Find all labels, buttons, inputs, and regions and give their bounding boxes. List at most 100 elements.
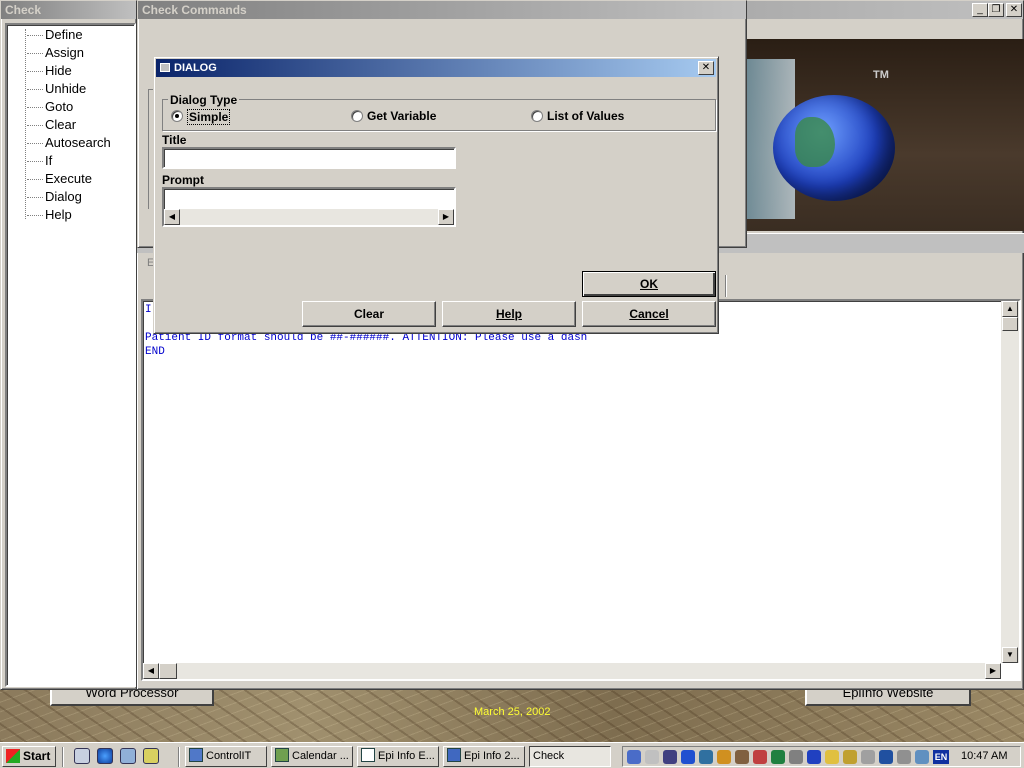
tree-item-if[interactable]: If bbox=[26, 153, 52, 168]
scroll-right-icon[interactable]: ▶ bbox=[985, 663, 1001, 679]
task-label: Calendar ... bbox=[292, 750, 349, 762]
taskbar-divider bbox=[178, 747, 180, 767]
scroll-up-icon[interactable]: ▲ bbox=[1002, 301, 1018, 317]
task-label: Epi Info E... bbox=[378, 750, 435, 762]
windows-logo-icon bbox=[6, 749, 20, 763]
help-button[interactable]: Help bbox=[442, 301, 576, 327]
outlook-express-icon[interactable] bbox=[120, 748, 136, 764]
tray-shield-icon[interactable] bbox=[861, 750, 875, 764]
dialog-close-icon[interactable]: ✕ bbox=[698, 61, 714, 75]
prompt-label: Prompt bbox=[162, 173, 204, 187]
tree-item-define[interactable]: Define bbox=[27, 27, 83, 42]
tray-app-icon[interactable] bbox=[681, 750, 695, 764]
speaker-icon[interactable] bbox=[645, 750, 659, 764]
window-icon bbox=[160, 63, 170, 72]
radio-list-of-values[interactable] bbox=[531, 110, 543, 122]
scroll-thumb[interactable] bbox=[1002, 317, 1018, 331]
radio-get-variable-label[interactable]: Get Variable bbox=[367, 109, 436, 123]
tray-print-icon[interactable] bbox=[753, 750, 767, 764]
close-icon[interactable]: ✕ bbox=[1006, 3, 1022, 17]
logo-tm: TM bbox=[873, 69, 889, 81]
globe-icon bbox=[773, 95, 895, 201]
scroll-thumb-horizontal[interactable] bbox=[159, 663, 177, 679]
globe-land bbox=[795, 117, 835, 167]
task-calendar[interactable]: Calendar ... bbox=[271, 746, 353, 767]
prompt-input[interactable]: ◀ ▶ bbox=[162, 187, 456, 227]
start-button[interactable]: Start bbox=[2, 746, 56, 767]
start-label: Start bbox=[23, 749, 51, 763]
check-window-title: Check bbox=[1, 1, 136, 19]
editor-line: END bbox=[145, 346, 165, 358]
check-command-tree[interactable]: Define Assign Hide Unhide Goto Clear Aut… bbox=[5, 23, 136, 687]
radio-simple[interactable] bbox=[171, 110, 183, 122]
radio-get-variable[interactable] bbox=[351, 110, 363, 122]
radio-simple-label[interactable]: Simple bbox=[187, 109, 231, 125]
document-icon bbox=[361, 748, 375, 762]
check-window: Check Define Assign Hide Unhide Goto Cle… bbox=[0, 0, 137, 690]
tree-item-dialog[interactable]: Dialog bbox=[27, 189, 82, 204]
prompt-scroll-right-icon[interactable]: ▶ bbox=[438, 209, 454, 225]
prompt-horizontal-scrollbar[interactable]: ◀ ▶ bbox=[164, 209, 454, 225]
tray-messenger-icon[interactable] bbox=[807, 750, 821, 764]
tray-arrow-icon[interactable] bbox=[879, 750, 893, 764]
internet-explorer-icon[interactable] bbox=[97, 748, 113, 764]
tray-tool-icon[interactable] bbox=[717, 750, 731, 764]
dialog-title: DIALOG bbox=[174, 62, 217, 74]
task-label: Epi Info 2... bbox=[464, 750, 520, 762]
show-desktop-icon[interactable] bbox=[74, 748, 90, 764]
ok-button[interactable]: OK bbox=[582, 271, 716, 297]
epi-info-icon bbox=[447, 748, 461, 762]
tray-pen-icon[interactable] bbox=[825, 750, 839, 764]
tray-network-icon[interactable] bbox=[627, 750, 641, 764]
tree-item-goto[interactable]: Goto bbox=[26, 99, 73, 114]
media-icon[interactable] bbox=[143, 748, 159, 764]
minimize-icon[interactable]: _ bbox=[972, 3, 988, 17]
tray-disk-icon[interactable] bbox=[735, 750, 749, 764]
tray-printer-icon[interactable] bbox=[897, 750, 911, 764]
radio-list-of-values-label[interactable]: List of Values bbox=[547, 109, 624, 123]
toolbar-divider bbox=[725, 275, 727, 297]
dialog-window: DIALOG ✕ Dialog Type Simple Get Variable… bbox=[153, 56, 719, 334]
title-label: Title bbox=[162, 133, 187, 147]
task-epi-info-e[interactable]: Epi Info E... bbox=[357, 746, 439, 767]
task-controlit[interactable]: ControlIT bbox=[185, 746, 267, 767]
dialog-type-group bbox=[162, 99, 716, 131]
epi-info-logo-banner: TM bbox=[745, 39, 1024, 231]
tree-item-unhide[interactable]: Unhide bbox=[26, 81, 86, 96]
tray-virus-icon[interactable] bbox=[771, 750, 785, 764]
program-editor[interactable]: I Patient ID format should be ##-######.… bbox=[141, 299, 1021, 681]
tray-display-icon[interactable] bbox=[699, 750, 713, 764]
editor-vertical-scrollbar[interactable]: ▲ ▼ bbox=[1001, 301, 1019, 663]
clear-button[interactable]: Clear bbox=[302, 301, 436, 327]
tree-item-assign[interactable]: Assign bbox=[26, 45, 84, 60]
editor-horizontal-scrollbar[interactable]: ◀ ▶ bbox=[143, 663, 1001, 679]
tree-item-help[interactable]: Help bbox=[27, 207, 72, 222]
scroll-left-icon[interactable]: ◀ bbox=[143, 663, 159, 679]
restore-icon[interactable]: ❐ bbox=[988, 3, 1004, 17]
tray-sync-icon[interactable] bbox=[915, 750, 929, 764]
tree-item-execute[interactable]: Execute bbox=[27, 171, 92, 186]
tree-item-clear[interactable]: Clear bbox=[26, 117, 76, 132]
system-tray: EN 10:47 AM bbox=[622, 746, 1021, 767]
desktop-date: March 25, 2002 bbox=[474, 706, 551, 718]
tree-item-hide[interactable]: Hide bbox=[27, 63, 72, 78]
cancel-button[interactable]: Cancel bbox=[582, 301, 716, 327]
task-check[interactable]: Check bbox=[529, 746, 611, 767]
dialog-type-label: Dialog Type bbox=[168, 93, 240, 107]
calendar-icon bbox=[275, 748, 289, 762]
tray-clock[interactable]: 10:47 AM bbox=[961, 750, 1007, 762]
prompt-scroll-left-icon[interactable]: ◀ bbox=[164, 209, 180, 225]
task-label: ControlIT bbox=[206, 750, 252, 762]
title-input[interactable] bbox=[162, 147, 456, 169]
tray-g-icon[interactable] bbox=[843, 750, 857, 764]
controlit-icon bbox=[189, 748, 203, 762]
taskbar: Start ControlIT Calendar ... Epi Info E.… bbox=[0, 742, 1024, 768]
scroll-down-icon[interactable]: ▼ bbox=[1002, 647, 1018, 663]
tray-clock-icon[interactable] bbox=[789, 750, 803, 764]
taskbar-divider bbox=[62, 747, 64, 767]
tray-language-indicator[interactable]: EN bbox=[933, 750, 949, 764]
tree-item-autosearch[interactable]: Autosearch bbox=[27, 135, 111, 150]
tray-monitor-icon[interactable] bbox=[663, 750, 677, 764]
task-epi-info-2[interactable]: Epi Info 2... bbox=[443, 746, 525, 767]
task-label: Check bbox=[533, 750, 565, 762]
